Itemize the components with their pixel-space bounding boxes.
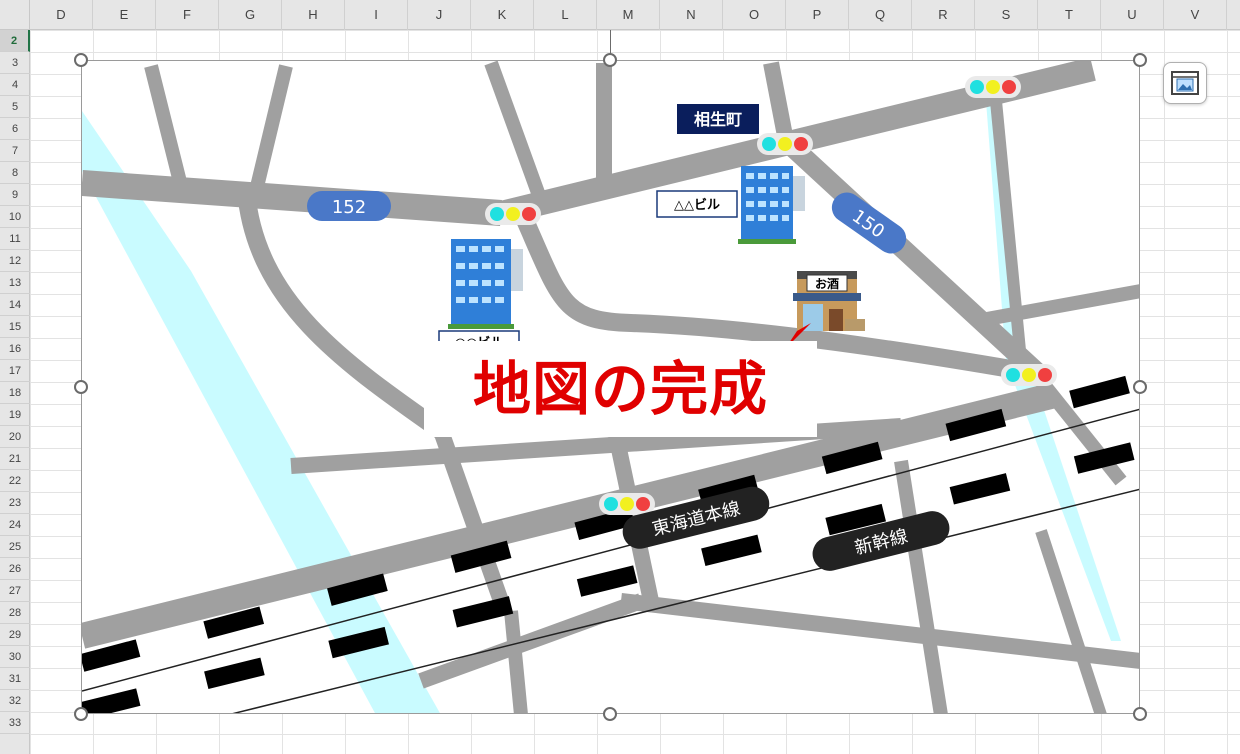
row-header-10[interactable]: 10 [0,206,30,228]
rail-shinkansen-dashes [82,440,1139,713]
headline-box: 地図の完成 [424,341,817,437]
spreadsheet: DEFGHIJKLMNOPQRSTUV 2 3 4 5 6 7 8 9 10 11 12 13 14 15… [0,0,1240,754]
row-header-26[interactable]: 26 [0,558,30,580]
row-header-8[interactable]: 8 [0,162,30,184]
column-header-P[interactable]: P [786,0,849,30]
column-header-J[interactable]: J [408,0,471,30]
building-label-1: △△ビル [674,197,720,213]
row-header-21[interactable]: 21 [0,448,30,470]
headline-text: 地図の完成 [472,355,768,423]
traffic-light-icon [485,203,541,225]
route-152-badge: 152 [307,191,391,221]
column-header-M[interactable]: M [597,0,660,30]
row-header-23[interactable]: 23 [0,492,30,514]
column-header-V[interactable]: V [1164,0,1227,30]
sake-shop-sign: お酒 [815,277,839,291]
row-header: 2 3 4 5 6 7 8 9 10 11 12 13 14 15 16 17 18 19 20 21 22 23 24 25… [0,30,30,754]
resize-handle-middle-right[interactable] [1133,380,1147,394]
resize-handle-bottom-center[interactable] [603,707,617,721]
row-header-9[interactable]: 9 [0,184,30,206]
row-header-17[interactable]: 17 [0,360,30,382]
route-150-badge: 150 [831,192,907,254]
column-header-U[interactable]: U [1101,0,1164,30]
resize-handle-middle-left[interactable] [74,380,88,394]
row-header-13[interactable]: 13 [0,272,30,294]
resize-handle-bottom-right[interactable] [1133,707,1147,721]
row-header-32[interactable]: 32 [0,690,30,712]
row-header-11[interactable]: 11 [0,228,30,250]
row-header-14[interactable]: 14 [0,294,30,316]
column-header-D[interactable]: D [30,0,93,30]
row-header-20[interactable]: 20 [0,426,30,448]
traffic-light-icon [1001,364,1057,386]
station-label: 相生町 [694,110,742,129]
column-header-G[interactable]: G [219,0,282,30]
map-picture[interactable]: 152 150 相生町 △△ビル お酒 東海道本線 新幹線 地図の完成 [81,60,1140,714]
row-header-28[interactable]: 28 [0,602,30,624]
route-152-label: 152 [332,197,366,218]
column-header-R[interactable]: R [912,0,975,30]
traffic-light-icon [599,493,655,515]
column-header-L[interactable]: L [534,0,597,30]
layout-options-button[interactable] [1163,62,1207,104]
column-header-T[interactable]: T [1038,0,1101,30]
row-header-27[interactable]: 27 [0,580,30,602]
row-header-29[interactable]: 29 [0,624,30,646]
row-header-16[interactable]: 16 [0,338,30,360]
layout-options-icon [1171,71,1199,95]
column-header-K[interactable]: K [471,0,534,30]
sake-shop-icon: お酒 [793,271,865,331]
row-header-19[interactable]: 19 [0,404,30,426]
row-header-31[interactable]: 31 [0,668,30,690]
row-header-12[interactable]: 12 [0,250,30,272]
select-all-corner[interactable] [0,0,30,30]
row-header-15[interactable]: 15 [0,316,30,338]
column-header-S[interactable]: S [975,0,1038,30]
column-header-F[interactable]: F [156,0,219,30]
row-header-18[interactable]: 18 [0,382,30,404]
row-header-3[interactable]: 3 [0,52,30,74]
column-header-Q[interactable]: Q [849,0,912,30]
row-header-2[interactable]: 2 [0,30,30,52]
resize-handle-top-right[interactable] [1133,53,1147,67]
column-header-E[interactable]: E [93,0,156,30]
column-header: DEFGHIJKLMNOPQRSTUV [30,0,1240,30]
row-header-22[interactable]: 22 [0,470,30,492]
resize-handle-bottom-left[interactable] [74,707,88,721]
row-header-24[interactable]: 24 [0,514,30,536]
row-header-5[interactable]: 5 [0,96,30,118]
row-header-25[interactable]: 25 [0,536,30,558]
column-header-I[interactable]: I [345,0,408,30]
column-header-H[interactable]: H [282,0,345,30]
traffic-light-icon [965,76,1021,98]
office-building-icon [448,239,523,329]
office-building-icon [738,166,805,244]
row-header-30[interactable]: 30 [0,646,30,668]
resize-handle-top-center[interactable] [603,53,617,67]
resize-handle-top-left[interactable] [74,53,88,67]
traffic-light-icon [757,133,813,155]
column-header-O[interactable]: O [723,0,786,30]
row-header-33[interactable]: 33 [0,712,30,734]
row-header-4[interactable]: 4 [0,74,30,96]
column-header-N[interactable]: N [660,0,723,30]
row-header-6[interactable]: 6 [0,118,30,140]
row-header-7[interactable]: 7 [0,140,30,162]
